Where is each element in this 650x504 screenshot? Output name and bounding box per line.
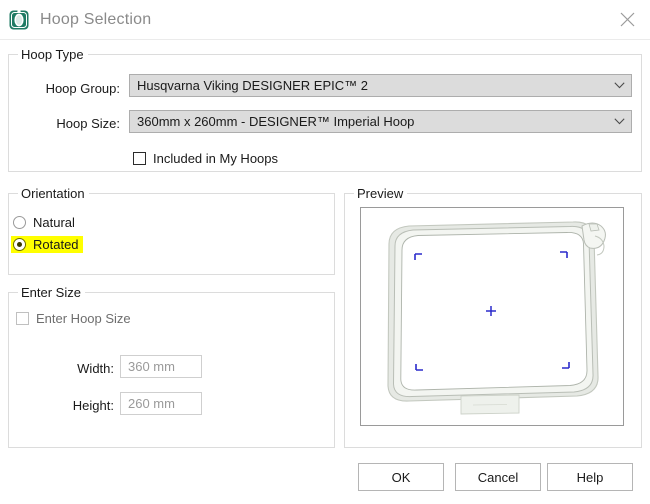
hoop-group-label: Hoop Group: [45,81,120,96]
orientation-option-rotated[interactable]: Rotated [11,236,83,253]
preview-legend: Preview [354,186,408,201]
height-input[interactable]: 260 mm [120,392,202,415]
hoop-icon [8,9,30,31]
close-icon[interactable] [604,0,650,38]
width-label: Width: [77,361,114,376]
chevron-down-icon [607,118,631,125]
orientation-option-natural-label: Natural [33,215,75,230]
checkbox-box [133,152,146,165]
included-in-my-hoops-checkbox[interactable]: Included in My Hoops [133,151,278,166]
radio-icon [13,238,26,251]
ok-button[interactable]: OK [358,463,444,491]
width-input[interactable]: 360 mm [120,355,202,378]
orientation-group: Orientation [8,186,335,275]
hoop-size-value: 360mm x 260mm - DESIGNER™ Imperial Hoop [137,114,415,129]
included-in-my-hoops-label: Included in My Hoops [153,151,279,166]
window-title: Hoop Selection [40,10,152,28]
cancel-button[interactable]: Cancel [455,463,541,491]
enter-hoop-size-label: Enter Hoop Size [36,311,131,326]
radio-icon [13,216,26,229]
hoop-group-value: Husqvarna Viking DESIGNER EPIC™ 2 [137,78,368,93]
hoop-size-label: Hoop Size: [56,116,120,131]
orientation-option-natural[interactable]: Natural [11,214,79,231]
checkbox-box [16,312,29,325]
orientation-option-rotated-label: Rotated [33,237,79,252]
orientation-legend: Orientation [18,186,89,201]
hoop-size-dropdown[interactable]: 360mm x 260mm - DESIGNER™ Imperial Hoop [129,110,632,133]
preview-canvas [360,207,624,426]
title-bar: Hoop Selection [0,0,650,40]
hoop-group-dropdown[interactable]: Husqvarna Viking DESIGNER EPIC™ 2 [129,74,632,97]
hoop-type-legend: Hoop Type [18,47,88,62]
hoop-preview-illustration [387,221,606,415]
help-button[interactable]: Help [547,463,633,491]
enter-hoop-size-checkbox[interactable]: Enter Hoop Size [16,311,131,326]
enter-size-legend: Enter Size [18,285,85,300]
height-label: Height: [72,398,114,413]
chevron-down-icon [607,82,631,89]
